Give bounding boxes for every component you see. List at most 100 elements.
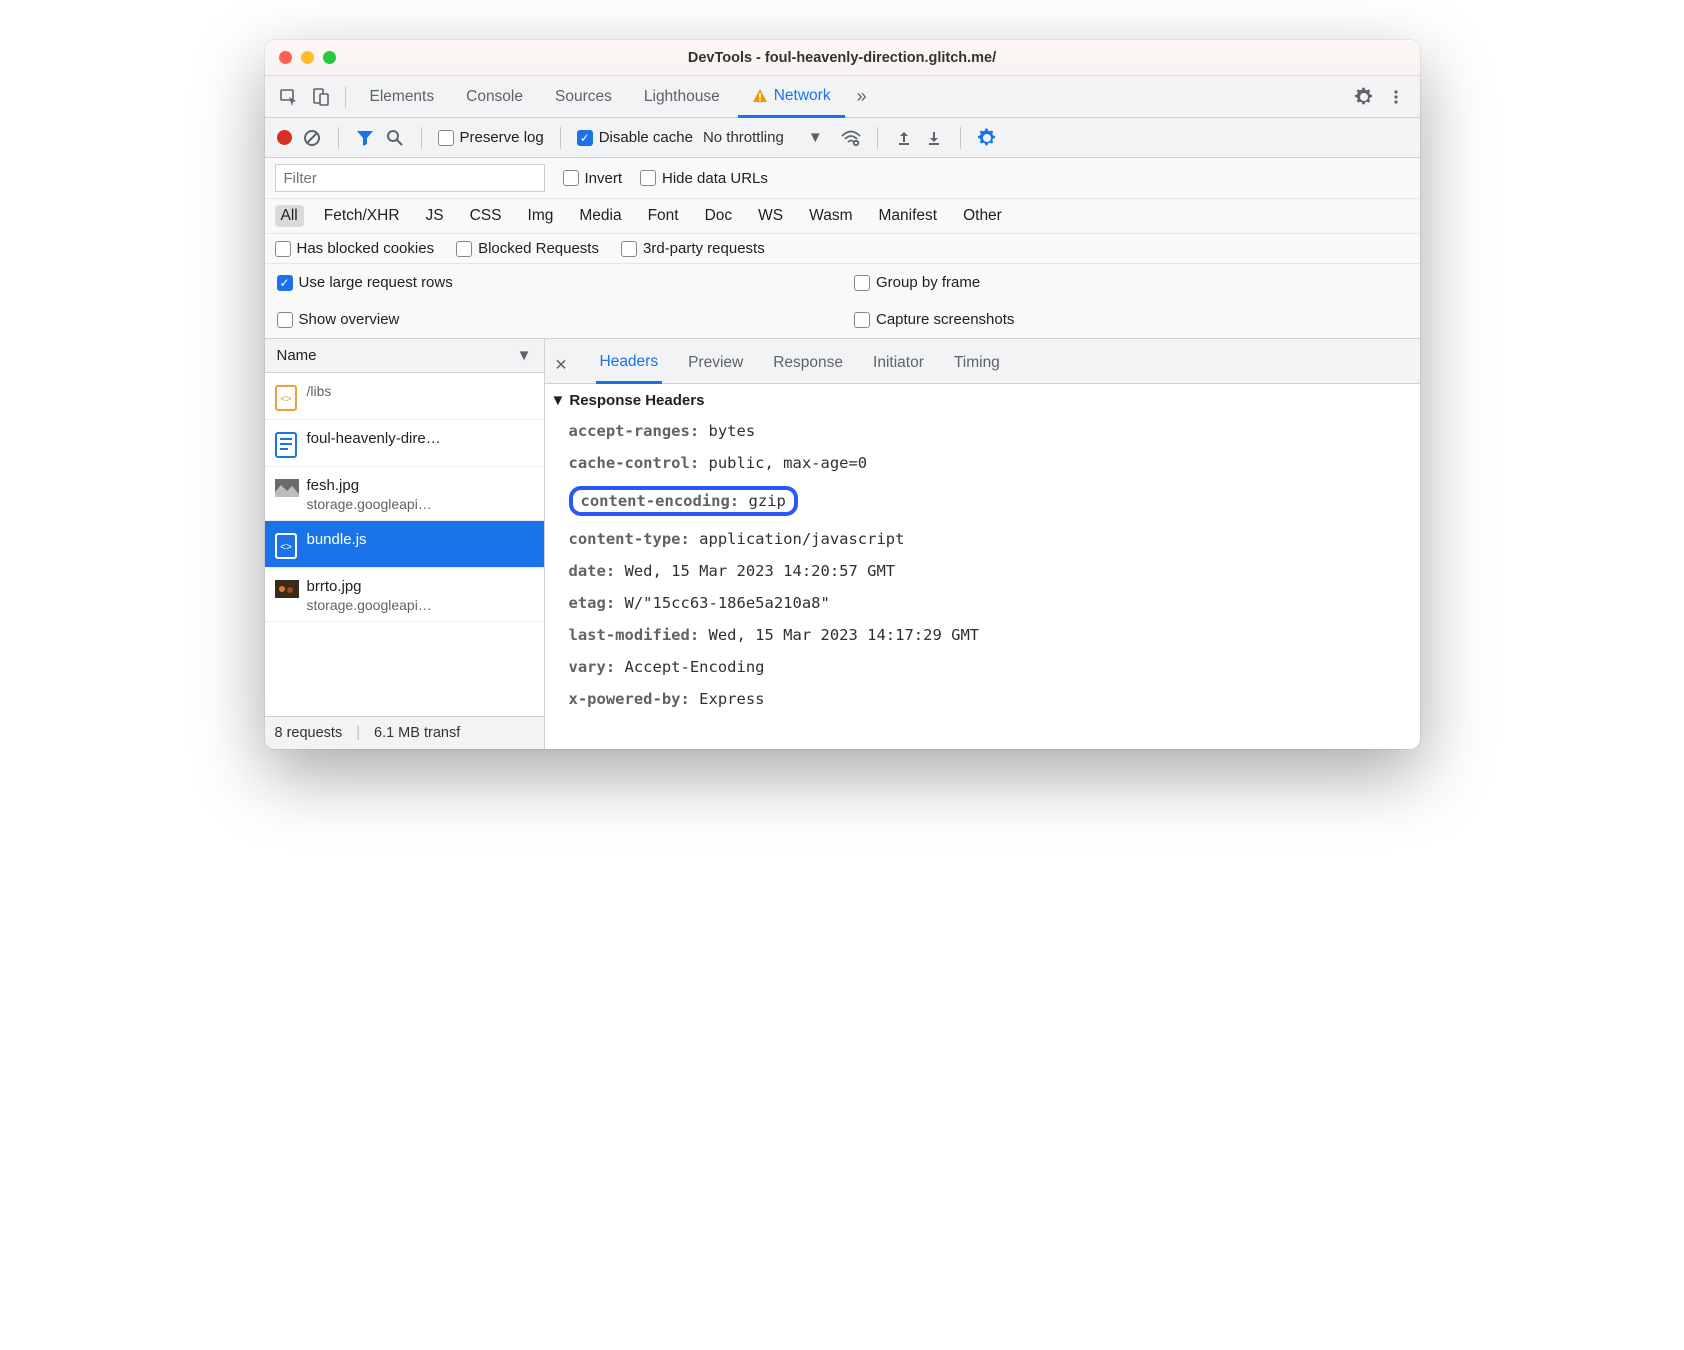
tab-network[interactable]: Network [738, 77, 845, 118]
type-filter-fetchxhr[interactable]: Fetch/XHR [318, 205, 406, 227]
search-icon[interactable] [385, 128, 405, 148]
headers-list: accept-ranges: bytes cache-control: publi… [545, 415, 1420, 725]
header-value: Wed, 15 Mar 2023 14:17:29 GMT [709, 626, 980, 644]
network-conditions-icon[interactable] [841, 128, 861, 148]
record-button[interactable] [277, 130, 292, 145]
capture-screenshots-checkbox[interactable]: Capture screenshots [842, 301, 1420, 338]
header-key: x-powered-by: [569, 690, 690, 708]
tab-headers[interactable]: Headers [596, 347, 663, 384]
device-toggle-icon[interactable] [307, 83, 335, 111]
type-filter-doc[interactable]: Doc [699, 205, 739, 227]
header-key: content-type: [569, 530, 690, 548]
header-row: last-modified: Wed, 15 Mar 2023 14:17:29… [569, 619, 1420, 651]
third-party-checkbox[interactable]: 3rd-party requests [621, 240, 765, 257]
preserve-log-checkbox[interactable]: Preserve log [438, 129, 544, 146]
group-by-frame-label: Group by frame [876, 274, 980, 291]
header-row: vary: Accept-Encoding [569, 651, 1420, 683]
resource-type-filters: All Fetch/XHR JS CSS Img Media Font Doc WS Wasm Ma… [265, 199, 1420, 234]
type-filter-wasm[interactable]: Wasm [803, 205, 858, 227]
show-overview-label: Show overview [299, 311, 400, 328]
request-row[interactable]: fesh.jpgstorage.googleapi… [265, 467, 544, 521]
tab-console[interactable]: Console [452, 78, 537, 116]
clear-icon[interactable] [302, 128, 322, 148]
type-filter-font[interactable]: Font [642, 205, 685, 227]
netbar-divider-4 [877, 127, 878, 149]
zoom-window-button[interactable] [323, 51, 336, 64]
capture-screenshots-label: Capture screenshots [876, 311, 1014, 328]
minimize-window-button[interactable] [301, 51, 314, 64]
type-filter-manifest[interactable]: Manifest [872, 205, 943, 227]
checkbox-icon [438, 130, 454, 146]
type-filter-css[interactable]: CSS [464, 205, 508, 227]
inspect-element-icon[interactable] [275, 83, 303, 111]
request-subtext: storage.googleapi… [307, 496, 432, 512]
header-value: public, max-age=0 [709, 454, 868, 472]
name-column-label: Name [277, 347, 317, 364]
type-filter-all[interactable]: All [275, 205, 304, 227]
checkbox-icon [277, 312, 293, 328]
request-row[interactable]: <>/libs [265, 373, 544, 420]
kebab-menu-icon[interactable] [1382, 83, 1410, 111]
type-filter-js[interactable]: JS [420, 205, 450, 227]
header-row: accept-ranges: bytes [569, 415, 1420, 447]
filter-icon[interactable] [355, 128, 375, 148]
header-value: Express [699, 690, 764, 708]
checkbox-icon [640, 170, 656, 186]
settings-gear-icon[interactable] [1350, 83, 1378, 111]
tab-network-label: Network [774, 87, 831, 105]
header-key: etag: [569, 594, 616, 612]
close-detail-icon[interactable]: ✕ [555, 356, 574, 375]
close-window-button[interactable] [279, 51, 292, 64]
checkbox-icon [456, 241, 472, 257]
response-headers-section[interactable]: ▼ Response Headers [545, 384, 1420, 415]
tab-elements[interactable]: Elements [356, 78, 449, 116]
tab-preview[interactable]: Preview [684, 348, 747, 382]
tab-sources[interactable]: Sources [541, 78, 626, 116]
header-row: x-powered-by: Express [569, 683, 1420, 715]
show-overview-checkbox[interactable]: Show overview [265, 301, 843, 338]
file-type-icon [275, 479, 297, 505]
tab-initiator[interactable]: Initiator [869, 348, 928, 382]
hide-data-urls-label: Hide data URLs [662, 170, 768, 187]
type-filter-img[interactable]: Img [522, 205, 560, 227]
invert-checkbox[interactable]: Invert [563, 170, 623, 187]
request-row[interactable]: foul-heavenly-dire… [265, 420, 544, 467]
invert-label: Invert [585, 170, 623, 187]
header-key: cache-control: [569, 454, 700, 472]
large-rows-checkbox[interactable]: ✓ Use large request rows [265, 264, 843, 301]
download-har-icon[interactable] [924, 128, 944, 148]
tab-response[interactable]: Response [769, 348, 847, 382]
request-row[interactable]: brrto.jpgstorage.googleapi… [265, 568, 544, 622]
checkbox-checked-icon: ✓ [277, 275, 293, 291]
status-bar: 8 requests | 6.1 MB transf [265, 716, 544, 749]
disable-cache-label: Disable cache [599, 129, 693, 146]
request-row[interactable]: <>bundle.js [265, 521, 544, 568]
network-settings-icon[interactable] [977, 128, 997, 148]
request-name: bundle.js [307, 531, 367, 550]
tab-timing[interactable]: Timing [950, 348, 1004, 382]
devtools-window: DevTools - foul-heavenly-direction.glitc… [265, 40, 1420, 749]
checkbox-icon [854, 275, 870, 291]
filter-input[interactable] [275, 164, 545, 192]
more-tabs-icon[interactable]: » [849, 86, 875, 107]
chevron-down-icon: ▼ [808, 129, 823, 146]
type-filter-other[interactable]: Other [957, 205, 1008, 227]
header-value: Wed, 15 Mar 2023 14:20:57 GMT [625, 562, 896, 580]
type-filter-ws[interactable]: WS [752, 205, 789, 227]
group-by-frame-checkbox[interactable]: Group by frame [842, 264, 1420, 301]
blocked-cookies-checkbox[interactable]: Has blocked cookies [275, 240, 435, 257]
blocked-requests-checkbox[interactable]: Blocked Requests [456, 240, 599, 257]
file-type-icon: <> [275, 385, 297, 411]
type-filter-media[interactable]: Media [573, 205, 627, 227]
panel-tabs-toolbar: Elements Console Sources Lighthouse Netw… [265, 76, 1420, 118]
tab-lighthouse[interactable]: Lighthouse [630, 78, 734, 116]
throttling-select[interactable]: No throttling ▼ [703, 129, 831, 146]
header-value: application/javascript [699, 530, 904, 548]
hide-data-urls-checkbox[interactable]: Hide data URLs [640, 170, 768, 187]
checkbox-checked-icon: ✓ [577, 130, 593, 146]
upload-har-icon[interactable] [894, 128, 914, 148]
window-title: DevTools - foul-heavenly-direction.glitc… [265, 50, 1420, 66]
disable-cache-checkbox[interactable]: ✓ Disable cache [577, 129, 693, 146]
requests-header[interactable]: Name ▼ [265, 339, 544, 373]
status-requests: 8 requests [275, 725, 343, 741]
